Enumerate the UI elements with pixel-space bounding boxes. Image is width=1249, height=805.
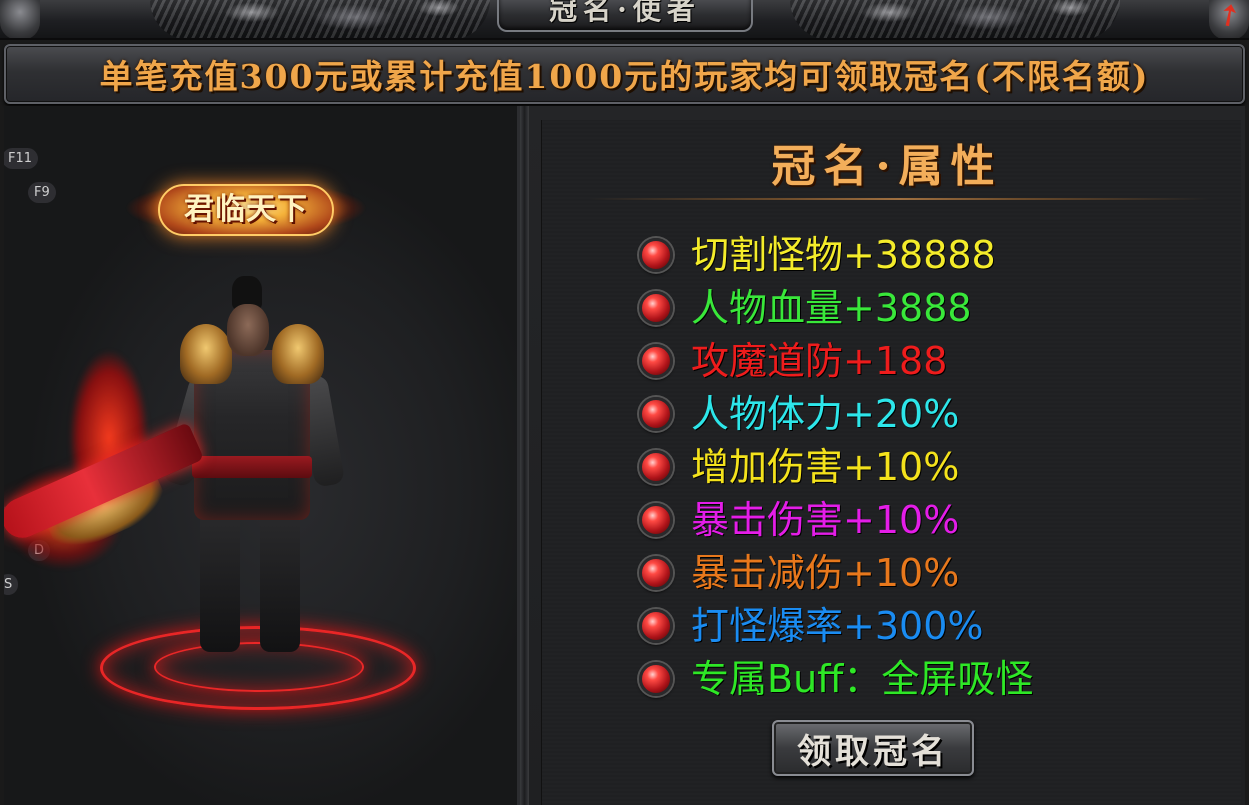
attributes-panel: 冠名·属性 切割怪物+38888 人物血量+3888 攻魔道防+188 人物体力…: [529, 106, 1245, 805]
character-belt: [192, 456, 312, 478]
claim-button-label: 领取冠名: [797, 731, 949, 772]
aura-ring-inner: [154, 642, 364, 692]
attribute-row: 人物血量+3888: [639, 281, 1219, 334]
attribute-text: 打怪爆率+300%: [691, 603, 984, 648]
attribute-row: 攻魔道防+188: [639, 334, 1219, 387]
attribute-text: 增加伤害+10%: [691, 444, 960, 489]
title-emblem: 君临天下: [96, 158, 396, 262]
attribute-text: 人物血量+3888: [691, 285, 972, 330]
attribute-row: 暴击减伤+10%: [639, 546, 1219, 599]
panel-divider: [520, 106, 529, 805]
window-title: 冠名·使者: [549, 0, 701, 26]
character-model: [4, 276, 444, 710]
attribute-text: 暴击伤害+10%: [691, 497, 960, 542]
red-orb-icon: [639, 237, 673, 272]
claim-title-button[interactable]: 领取冠名: [772, 720, 974, 776]
hotkey-label[interactable]: F11: [4, 148, 39, 169]
emblem-text: 君临天下: [184, 192, 308, 227]
title-underline: [589, 198, 1209, 200]
red-orb-icon: [639, 343, 673, 378]
red-orb-icon: [639, 396, 673, 431]
notice-bar: 单笔充值300元或累计充值1000元的玩家均可领取冠名(不限名额): [4, 44, 1245, 104]
dragon-ornament-left: [150, 0, 490, 38]
character-leg: [260, 512, 300, 652]
hotkey-label[interactable]: F9: [28, 182, 56, 203]
attribute-row: 打怪爆率+300%: [639, 599, 1219, 652]
attribute-row: 增加伤害+10%: [639, 440, 1219, 493]
red-orb-icon: [639, 555, 673, 590]
attribute-row: 切割怪物+38888: [639, 228, 1219, 281]
character-leg: [200, 512, 240, 652]
attributes-title: 冠名·属性: [771, 141, 1003, 192]
attribute-row: 暴击伤害+10%: [639, 493, 1219, 546]
red-orb-icon: [639, 449, 673, 484]
attribute-list: 切割怪物+38888 人物血量+3888 攻魔道防+188 人物体力+20% 增…: [639, 228, 1219, 705]
shoulder-armor: [180, 324, 232, 384]
attribute-row: 专属Buff：全屏吸怪: [639, 652, 1219, 705]
attribute-text: 人物体力+20%: [691, 391, 960, 436]
attribute-row: 人物体力+20%: [639, 387, 1219, 440]
red-orb-icon: [639, 502, 673, 537]
red-orb-icon: [639, 290, 673, 325]
attribute-text: 暴击减伤+10%: [691, 550, 960, 595]
attribute-text: 专属Buff：全屏吸怪: [691, 656, 1034, 701]
red-orb-icon: [639, 661, 673, 696]
red-orb-icon: [639, 608, 673, 643]
notice-text: 单笔充值300元或累计充值1000元的玩家均可领取冠名(不限名额): [99, 57, 1150, 96]
corner-ornament-left: [0, 0, 40, 38]
attribute-text: 攻魔道防+188: [691, 338, 948, 383]
title-plate: 冠名·使者: [497, 0, 753, 32]
attribute-text: 切割怪物+38888: [691, 232, 996, 277]
dragon-ornament-right: [790, 0, 1120, 38]
shoulder-armor: [272, 324, 324, 384]
character-preview-panel: F11 F9 W D S 君临天下: [4, 106, 520, 805]
character-head: [227, 304, 269, 356]
